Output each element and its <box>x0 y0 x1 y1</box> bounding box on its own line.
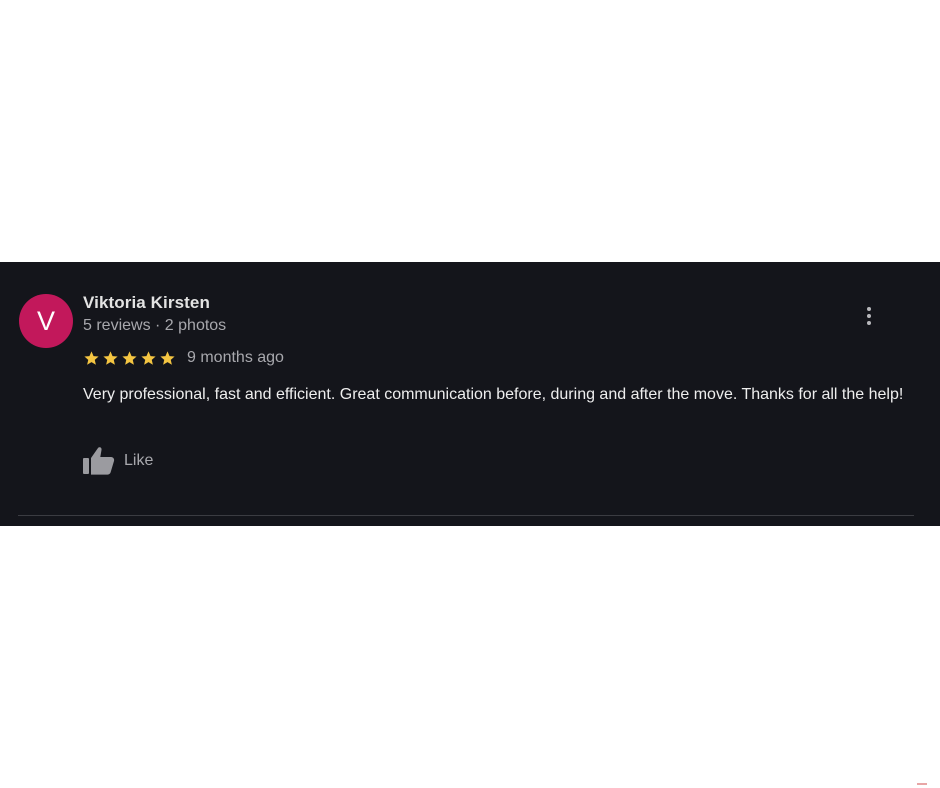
star-icon <box>84 350 99 365</box>
star-icon <box>122 350 137 365</box>
reviewer-meta: 5 reviews · 2 photos <box>83 317 227 334</box>
more-options-button[interactable] <box>859 302 879 330</box>
corner-mark <box>917 783 927 785</box>
review-date: 9 months ago <box>187 349 284 366</box>
star-icon <box>103 350 118 365</box>
rating-row: 9 months ago <box>83 348 284 368</box>
more-vert-icon-dot <box>867 314 871 318</box>
star-rating <box>83 350 176 367</box>
more-vert-icon <box>867 307 871 311</box>
more-vert-icon-dot <box>867 321 871 325</box>
like-label: Like <box>124 452 154 469</box>
avatar[interactable]: V <box>19 294 73 348</box>
star-icon <box>160 350 175 365</box>
review-text: Very professional, fast and efficient. G… <box>83 386 904 403</box>
star-icon <box>141 350 156 365</box>
thumb-up-icon <box>83 447 115 475</box>
review-card: V Viktoria Kirsten 5 reviews · 2 photos … <box>0 262 940 526</box>
like-button[interactable]: Like <box>82 446 153 476</box>
reviewer-name[interactable]: Viktoria Kirsten <box>83 293 210 313</box>
divider <box>18 515 914 516</box>
